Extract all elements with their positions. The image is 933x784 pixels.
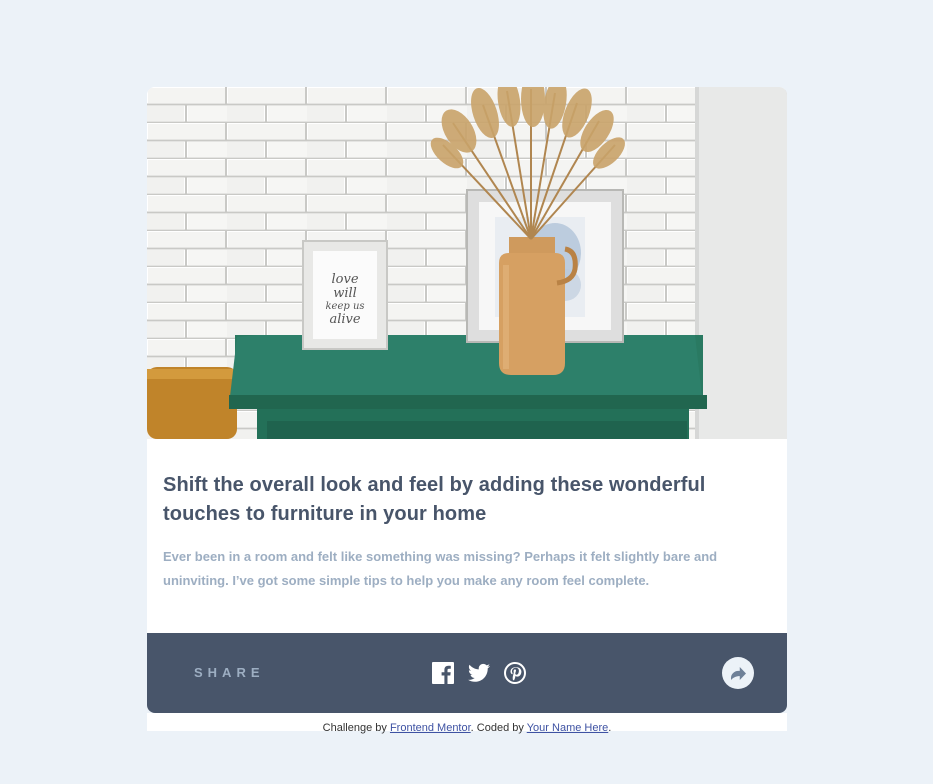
svg-text:will: will [333, 286, 357, 301]
author-link[interactable]: Your Name Here [527, 722, 609, 734]
svg-text:love: love [331, 272, 358, 287]
attribution-suffix: . [608, 722, 612, 734]
article-content: Shift the overall look and feel by addin… [163, 471, 763, 593]
frontend-mentor-link[interactable]: Frontend Mentor [390, 722, 471, 734]
pinterest-icon[interactable] [504, 662, 526, 684]
twitter-icon[interactable] [468, 662, 490, 684]
article-title: Shift the overall look and feel by addin… [163, 474, 706, 525]
share-arrow-icon [730, 666, 746, 680]
share-bar: SHARE [147, 633, 787, 713]
share-button[interactable] [722, 657, 754, 689]
article-card: love will keep us alive Shift the overal… [147, 87, 787, 713]
attribution: Challenge by Frontend Mentor. Coded by Y… [147, 713, 787, 734]
svg-text:alive: alive [329, 312, 360, 327]
hero-image: love will keep us alive [147, 87, 787, 439]
facebook-icon[interactable] [432, 662, 454, 684]
article-description: Ever been in a room and felt like someth… [163, 549, 718, 588]
svg-text:keep us: keep us [325, 301, 364, 312]
attribution-middle: . Coded by [470, 722, 527, 734]
attribution-prefix: Challenge by [322, 722, 390, 734]
share-label: SHARE [194, 665, 265, 680]
